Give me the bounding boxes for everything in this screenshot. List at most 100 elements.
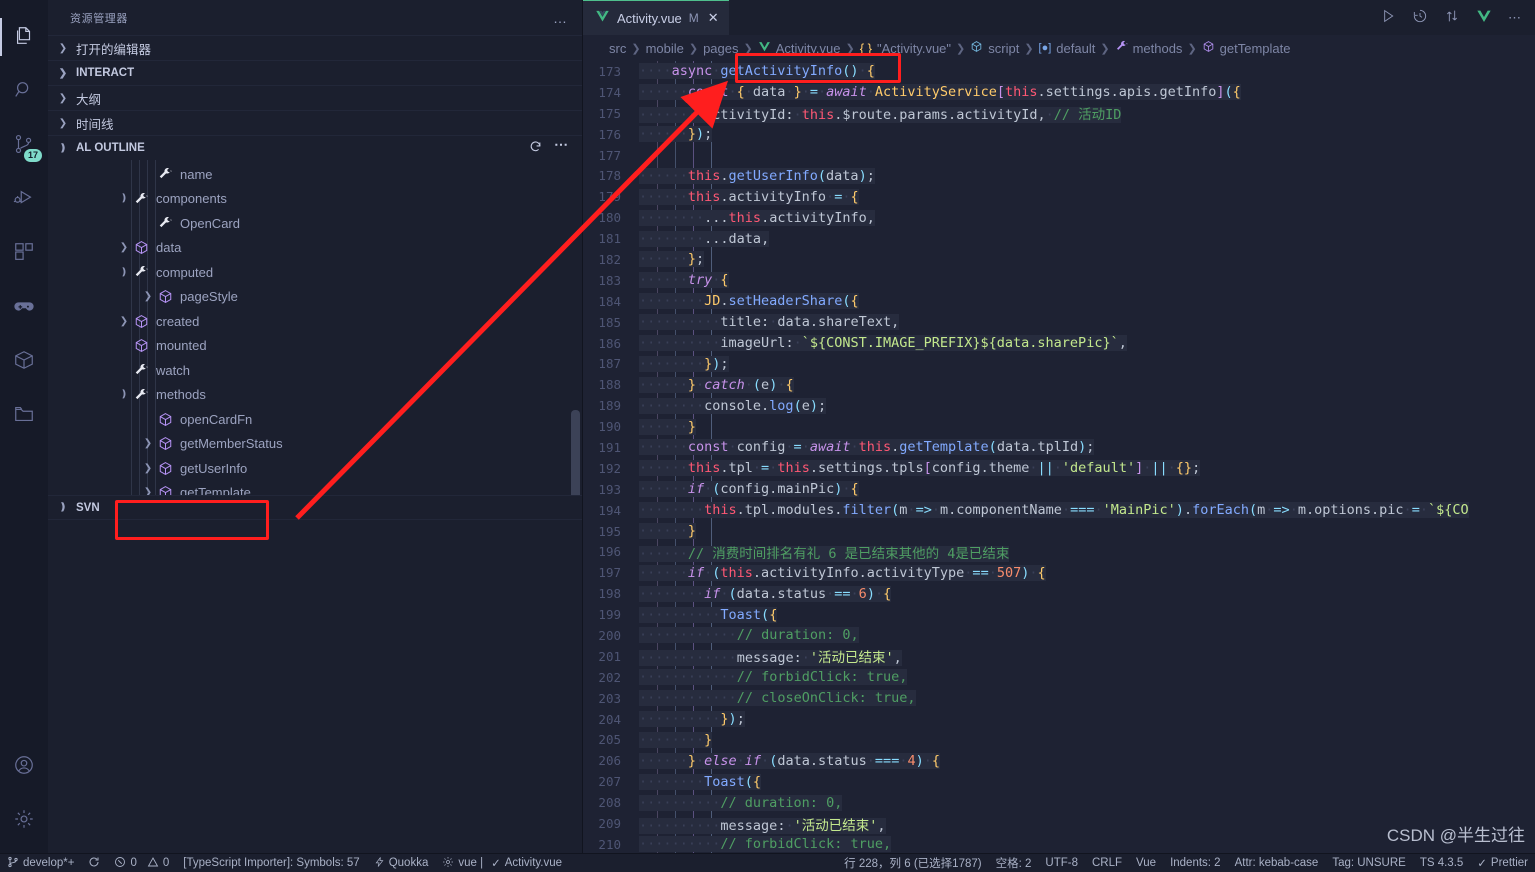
activity-bar-item-package[interactable] — [0, 334, 48, 388]
line-content: ··········Toast({ — [639, 606, 778, 623]
status-branch-label: develop*+ — [23, 857, 75, 869]
outline-item-data[interactable]: ❯ data — [48, 236, 582, 261]
section-svn[interactable]: ❫ SVN — [48, 495, 582, 520]
breadcrumb-item-methods[interactable]: methods — [1115, 40, 1182, 56]
outline-item-opencardfn[interactable]: openCardFn — [48, 407, 582, 432]
status-cursor-position[interactable]: 行 228，列 6 (已选择1787) — [837, 854, 988, 872]
activity-bar-item-extensions[interactable] — [0, 226, 48, 280]
breadcrumb-item-pages[interactable]: pages — [703, 41, 738, 56]
chevron-right-icon[interactable]: ❯ — [140, 487, 156, 495]
outline-item-name[interactable]: name — [48, 162, 582, 187]
sidebar-scrollbar[interactable] — [571, 410, 580, 495]
sidebar-more-icon[interactable]: … — [553, 10, 568, 26]
status-indents[interactable]: Indents: 2 — [1163, 854, 1228, 872]
chevron-right-icon[interactable]: ❯ — [140, 291, 156, 302]
activity-bar-item-settings[interactable] — [0, 793, 48, 847]
outline-item-getmemberstatus[interactable]: ❯ getMemberStatus — [48, 432, 582, 457]
status-branch[interactable]: develop*+ — [0, 854, 81, 872]
breadcrumb-item-module[interactable]: { } "Activity.vue" — [860, 41, 951, 56]
split-editor-icon[interactable] — [1444, 8, 1460, 27]
breadcrumb-item-default[interactable]: [●] default — [1039, 41, 1096, 56]
explorer-sidebar: 资源管理器 … ❯ 打开的编辑器 ❯ INTERACT ❯ 大纲 ❯ 时间线 ❫… — [48, 0, 583, 853]
sidebar-empty-space — [48, 520, 582, 853]
chevron-down-icon[interactable]: ❫ — [116, 389, 132, 400]
status-language-mode[interactable]: Vue — [1129, 854, 1163, 872]
activity-bar-item-run-debug[interactable] — [0, 172, 48, 226]
line-number: 179 — [598, 189, 621, 205]
status-typescript-version[interactable]: TS 4.3.5 — [1413, 854, 1470, 872]
chevron-right-icon[interactable]: ❯ — [116, 316, 132, 327]
outline-item-computed[interactable]: ❫ computed — [48, 260, 582, 285]
outline-item-label: watch — [156, 362, 190, 378]
chevron-down-icon[interactable]: ❫ — [116, 193, 132, 204]
outline-item-getuserinfo[interactable]: ❯ getUserInfo — [48, 456, 582, 481]
breadcrumb-item-script[interactable]: script — [970, 40, 1019, 56]
run-debug-icon — [13, 187, 35, 212]
activity-bar-item-source-control[interactable]: 17 — [0, 118, 48, 172]
activity-bar-item-gamepad[interactable] — [0, 280, 48, 334]
section-timeline[interactable]: ❯ 时间线 — [48, 110, 582, 135]
code-line: 188 ······}·catch·(e)·{ — [583, 374, 1535, 395]
breadcrumb-item-mobile[interactable]: mobile — [646, 41, 684, 56]
activity-bar-item-search[interactable] — [0, 64, 48, 118]
vue-icon[interactable] — [1476, 8, 1492, 27]
status-encoding[interactable]: UTF-8 — [1038, 854, 1085, 872]
breadcrumb-separator: ❯ — [845, 42, 855, 55]
status-sync[interactable] — [81, 854, 107, 872]
outline-item-watch[interactable]: watch — [48, 358, 582, 383]
section-outline[interactable]: ❯ 大纲 — [48, 85, 582, 110]
wrench-icon — [132, 363, 150, 377]
section-interact[interactable]: ❯ INTERACT — [48, 60, 582, 85]
status-quokka[interactable]: Quokka — [367, 854, 436, 872]
cube-icon — [156, 412, 174, 427]
status-eol[interactable]: CRLF — [1085, 854, 1129, 872]
more-actions-icon[interactable]: ⋯ — [1508, 10, 1521, 26]
outline-item-label: getTemplate — [180, 485, 251, 495]
outline-item-created[interactable]: ❯ created — [48, 309, 582, 334]
more-icon[interactable]: ⋯ — [554, 137, 568, 156]
activity-bar-item-explorer[interactable] — [0, 10, 48, 64]
activity-bar-item-folder[interactable] — [0, 388, 48, 442]
outline-item-gettemplate[interactable]: ❯ getTemplate — [48, 481, 582, 495]
vscode-window: 17 资源管理器 … ❯ 打开的编辑器 ❯ INTERACT ❯ 大纲 ❯ 时间… — [0, 0, 1535, 853]
outline-item-label: created — [156, 313, 200, 329]
breadcrumb-item-src[interactable]: src — [609, 41, 626, 56]
activity-bar: 17 — [0, 0, 48, 853]
section-al-outline[interactable]: ❫ AL OUTLINE ⋯ — [48, 135, 582, 160]
breadcrumb-label: Activity.vue — [775, 40, 841, 56]
refresh-icon[interactable] — [529, 140, 542, 156]
tab-activity-vue[interactable]: Activity.vue M ✕ — [583, 0, 729, 35]
chevron-right-icon[interactable]: ❯ — [116, 242, 132, 253]
editor-scrollbar[interactable] — [1521, 61, 1535, 853]
extensions-icon — [13, 241, 35, 266]
chevron-down-icon[interactable]: ❫ — [116, 267, 132, 278]
activity-bar-item-accounts[interactable] — [0, 739, 48, 793]
section-open-editors[interactable]: ❯ 打开的编辑器 — [48, 35, 582, 60]
tab-close-icon[interactable]: ✕ — [708, 10, 719, 26]
chevron-right-icon[interactable]: ❯ — [140, 438, 156, 449]
line-number: 202 — [598, 669, 621, 685]
run-icon[interactable] — [1380, 8, 1396, 27]
breadcrumb-item-file[interactable]: Activity.vue — [758, 40, 841, 56]
outline-item-opencard[interactable]: OpenCard — [48, 211, 582, 236]
history-icon[interactable] — [1412, 8, 1428, 27]
outline-item-label: data — [156, 240, 182, 256]
line-content: ······}); — [639, 126, 713, 143]
outline-item-methods[interactable]: ❫ methods — [48, 383, 582, 408]
code-editor[interactable]: 173 ····async·getActivityInfo()·{174 ·····… — [583, 61, 1535, 853]
status-ts-importer[interactable]: [TypeScript Importer]: Symbols: 57 — [176, 854, 366, 872]
status-tag-case[interactable]: Tag: UNSURE — [1325, 854, 1413, 872]
status-attr-case[interactable]: Attr: kebab-case — [1228, 854, 1326, 872]
breadcrumb-item-symbol[interactable]: getTemplate — [1202, 40, 1290, 56]
outline-item-pagestyle[interactable]: ❯ pageStyle — [48, 285, 582, 310]
status-prettier[interactable]: ✓ Prettier — [1470, 854, 1535, 872]
folder-icon — [13, 403, 35, 428]
line-content: ············message:·'活动已结束', — [639, 650, 902, 667]
outline-item-mounted[interactable]: mounted — [48, 334, 582, 359]
status-indentation[interactable]: 空格: 2 — [989, 854, 1039, 872]
outline-item-components[interactable]: ❫ components — [48, 187, 582, 212]
breadcrumb-label: "Activity.vue" — [877, 40, 952, 56]
status-vue-language[interactable]: vue | ✓ Activity.vue — [435, 854, 569, 872]
chevron-right-icon[interactable]: ❯ — [140, 463, 156, 474]
status-problems[interactable]: 0 0 — [107, 854, 176, 872]
